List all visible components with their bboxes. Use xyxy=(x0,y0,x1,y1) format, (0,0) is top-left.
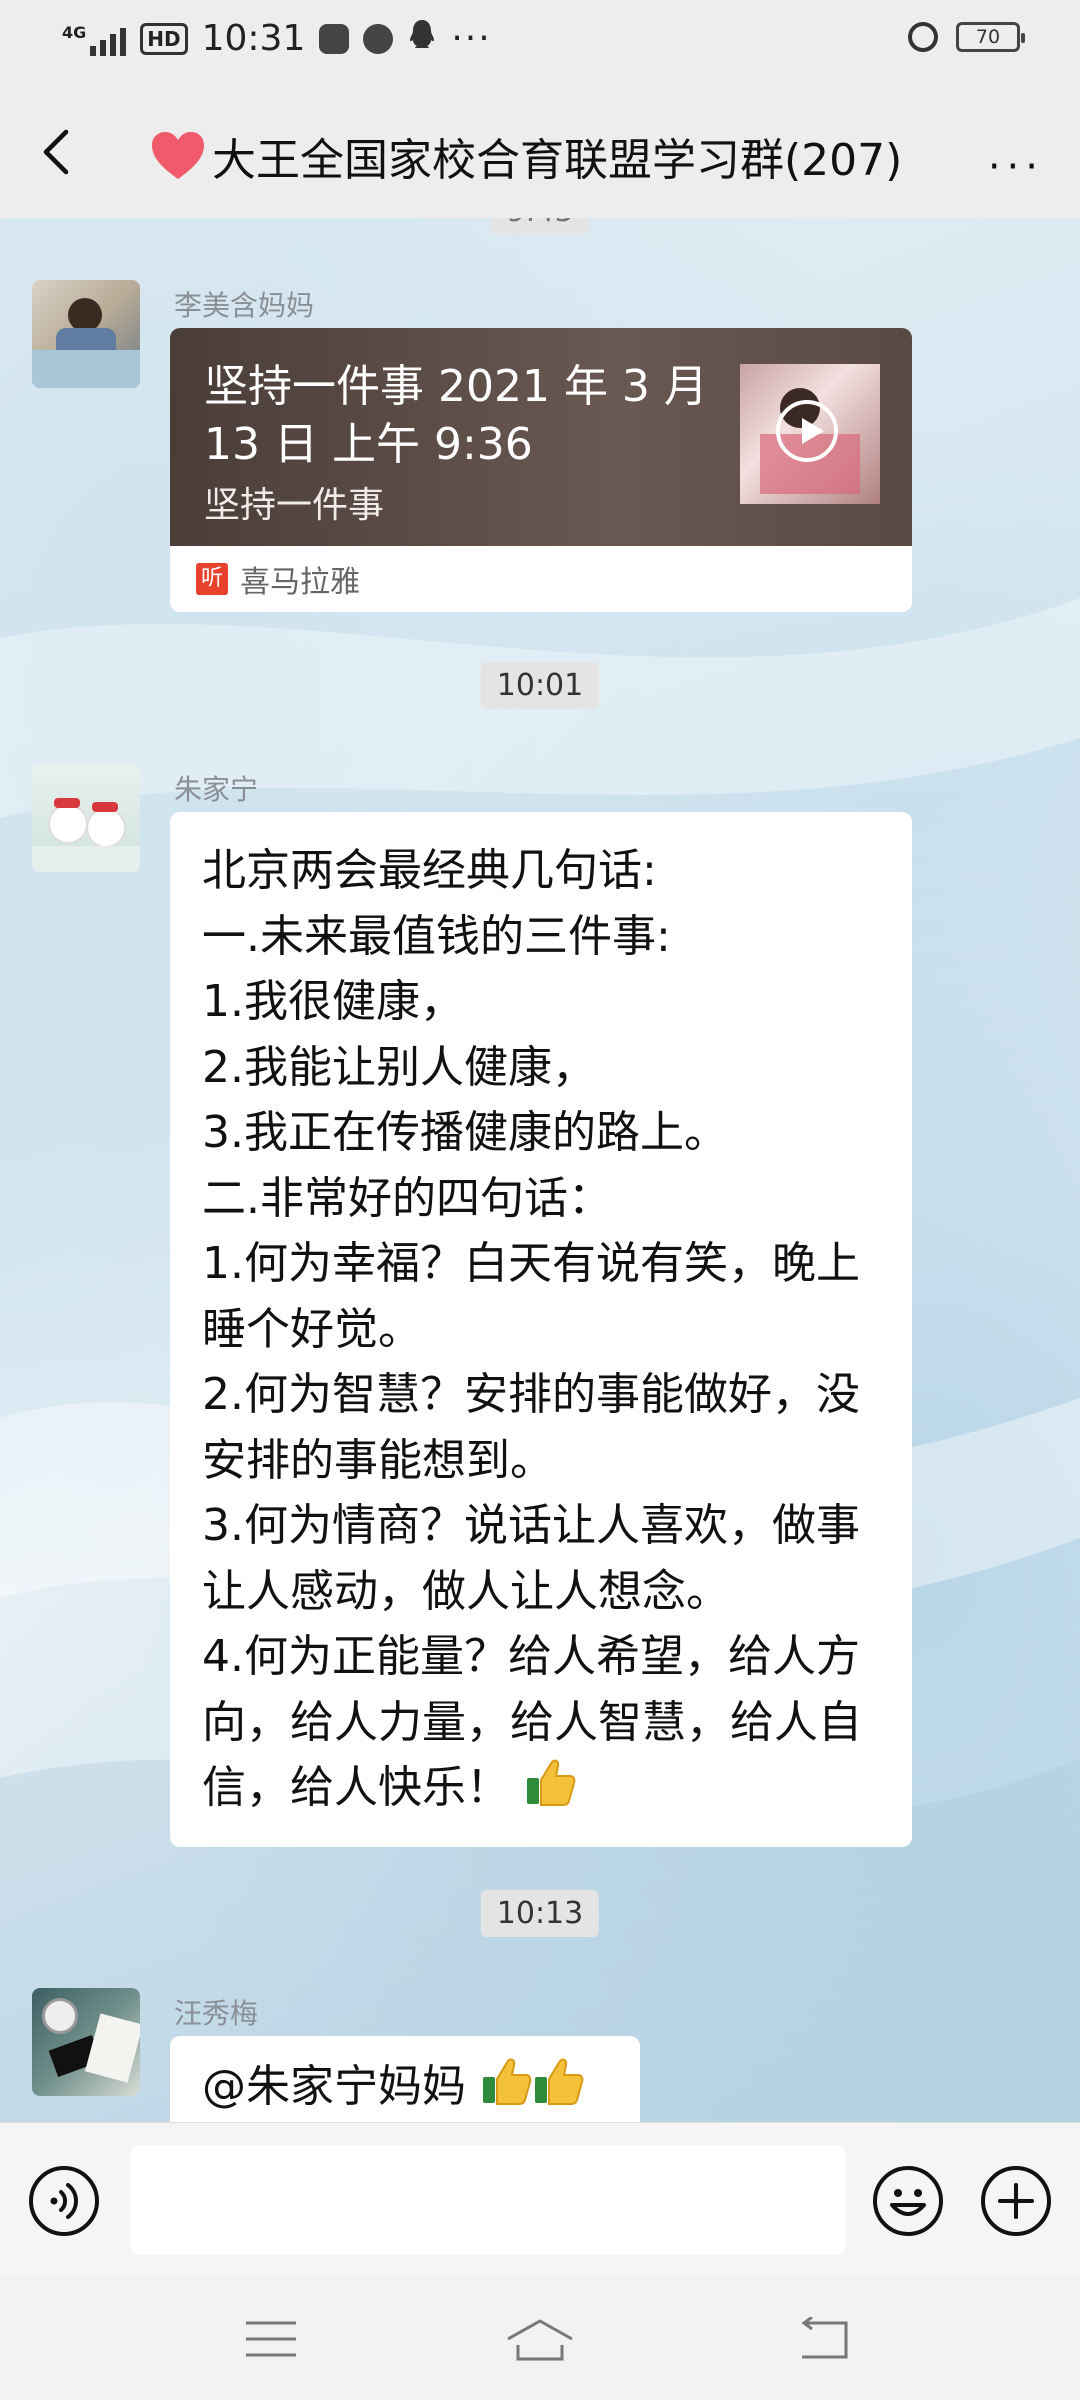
sender-name: 李美含妈妈 xyxy=(174,289,315,322)
chat-header: 大王全国家校合育联盟学习群(207) ··· xyxy=(0,84,1080,219)
alarm-icon xyxy=(908,22,938,52)
share-card-subtitle: 坚持一件事 xyxy=(204,485,385,526)
share-card[interactable]: 坚持一件事 2021 年 3 月 13 日 上午 9:36 坚持一件事 听 喜马… xyxy=(170,328,912,612)
signal-icon xyxy=(90,22,127,56)
status-time: 10:31 xyxy=(201,18,306,59)
plus-icon[interactable] xyxy=(980,2165,1052,2237)
heart-icon xyxy=(152,132,204,179)
message-text: 北京两会最经典几句话: 一.未来最值钱的三件事: 1.我很健康， 2.我能让别人… xyxy=(170,812,912,1847)
input-bar xyxy=(0,2122,1080,2278)
back-icon[interactable] xyxy=(30,124,86,180)
message-bubble[interactable]: @朱家宁妈妈 xyxy=(170,2036,640,2122)
thumbs-up-icon xyxy=(535,2058,584,2105)
youku-icon xyxy=(319,23,350,54)
message-text-content: 北京两会最经典几句话: 一.未来最值钱的三件事: 1.我很健康， 2.我能让别人… xyxy=(202,845,862,1813)
share-card-header: 坚持一件事 2021 年 3 月 13 日 上午 9:36 坚持一件事 xyxy=(170,328,912,546)
thumbs-up-icon xyxy=(483,2058,532,2105)
status-bar: 4G HD 10:31 ··· 70 xyxy=(0,0,1080,84)
play-icon[interactable] xyxy=(776,400,838,462)
network-label: 4G xyxy=(62,22,87,42)
speed-icon xyxy=(363,23,394,54)
avatar[interactable] xyxy=(32,764,140,872)
ximalaya-icon: 听 xyxy=(196,563,228,595)
sender-name: 朱家宁 xyxy=(174,773,259,806)
video-thumbnail xyxy=(740,364,880,504)
share-card-footer: 听 喜马拉雅 xyxy=(170,546,912,612)
timestamp: 10:01 xyxy=(480,662,600,709)
menu-icon[interactable] xyxy=(244,2317,298,2361)
share-card-title: 坚持一件事 2021 年 3 月 13 日 上午 9:36 xyxy=(204,361,708,470)
share-source: 喜马拉雅 xyxy=(240,565,360,600)
system-navigation-bar xyxy=(0,2277,1080,2400)
avatar[interactable] xyxy=(32,1988,140,2096)
chat-area[interactable]: 9:45 李美含妈妈 坚持一件事 2021 年 3 月 13 日 上午 9:36… xyxy=(0,218,1080,2122)
sender-name: 汪秀梅 xyxy=(174,1997,259,2030)
home-icon[interactable] xyxy=(504,2317,576,2363)
hd-icon: HD xyxy=(140,22,188,55)
voice-icon[interactable] xyxy=(28,2165,100,2237)
timestamp: 10:13 xyxy=(480,1890,600,1937)
chat-title-text: 大王全国家校合育联盟学习群(207) xyxy=(212,135,903,186)
message-text-content: @朱家宁妈妈 xyxy=(202,2061,480,2112)
more-icon[interactable]: ··· xyxy=(988,144,1044,190)
battery-icon: 70 xyxy=(956,22,1025,52)
emoji-icon[interactable] xyxy=(872,2165,944,2237)
timestamp: 9:45 xyxy=(490,218,590,235)
message-text: @朱家宁妈妈 xyxy=(170,2036,640,2122)
message-input[interactable] xyxy=(130,2145,846,2255)
back-nav-icon[interactable] xyxy=(796,2317,852,2361)
status-overflow: ··· xyxy=(451,18,492,59)
avatar[interactable] xyxy=(32,280,140,388)
thumbs-up-icon xyxy=(527,1759,576,1806)
qq-icon xyxy=(407,18,437,59)
battery-level: 70 xyxy=(975,26,1001,48)
chat-title: 大王全国家校合育联盟学习群(207) xyxy=(150,124,902,188)
message-bubble[interactable]: 北京两会最经典几句话: 一.未来最值钱的三件事: 1.我很健康， 2.我能让别人… xyxy=(170,812,912,1847)
